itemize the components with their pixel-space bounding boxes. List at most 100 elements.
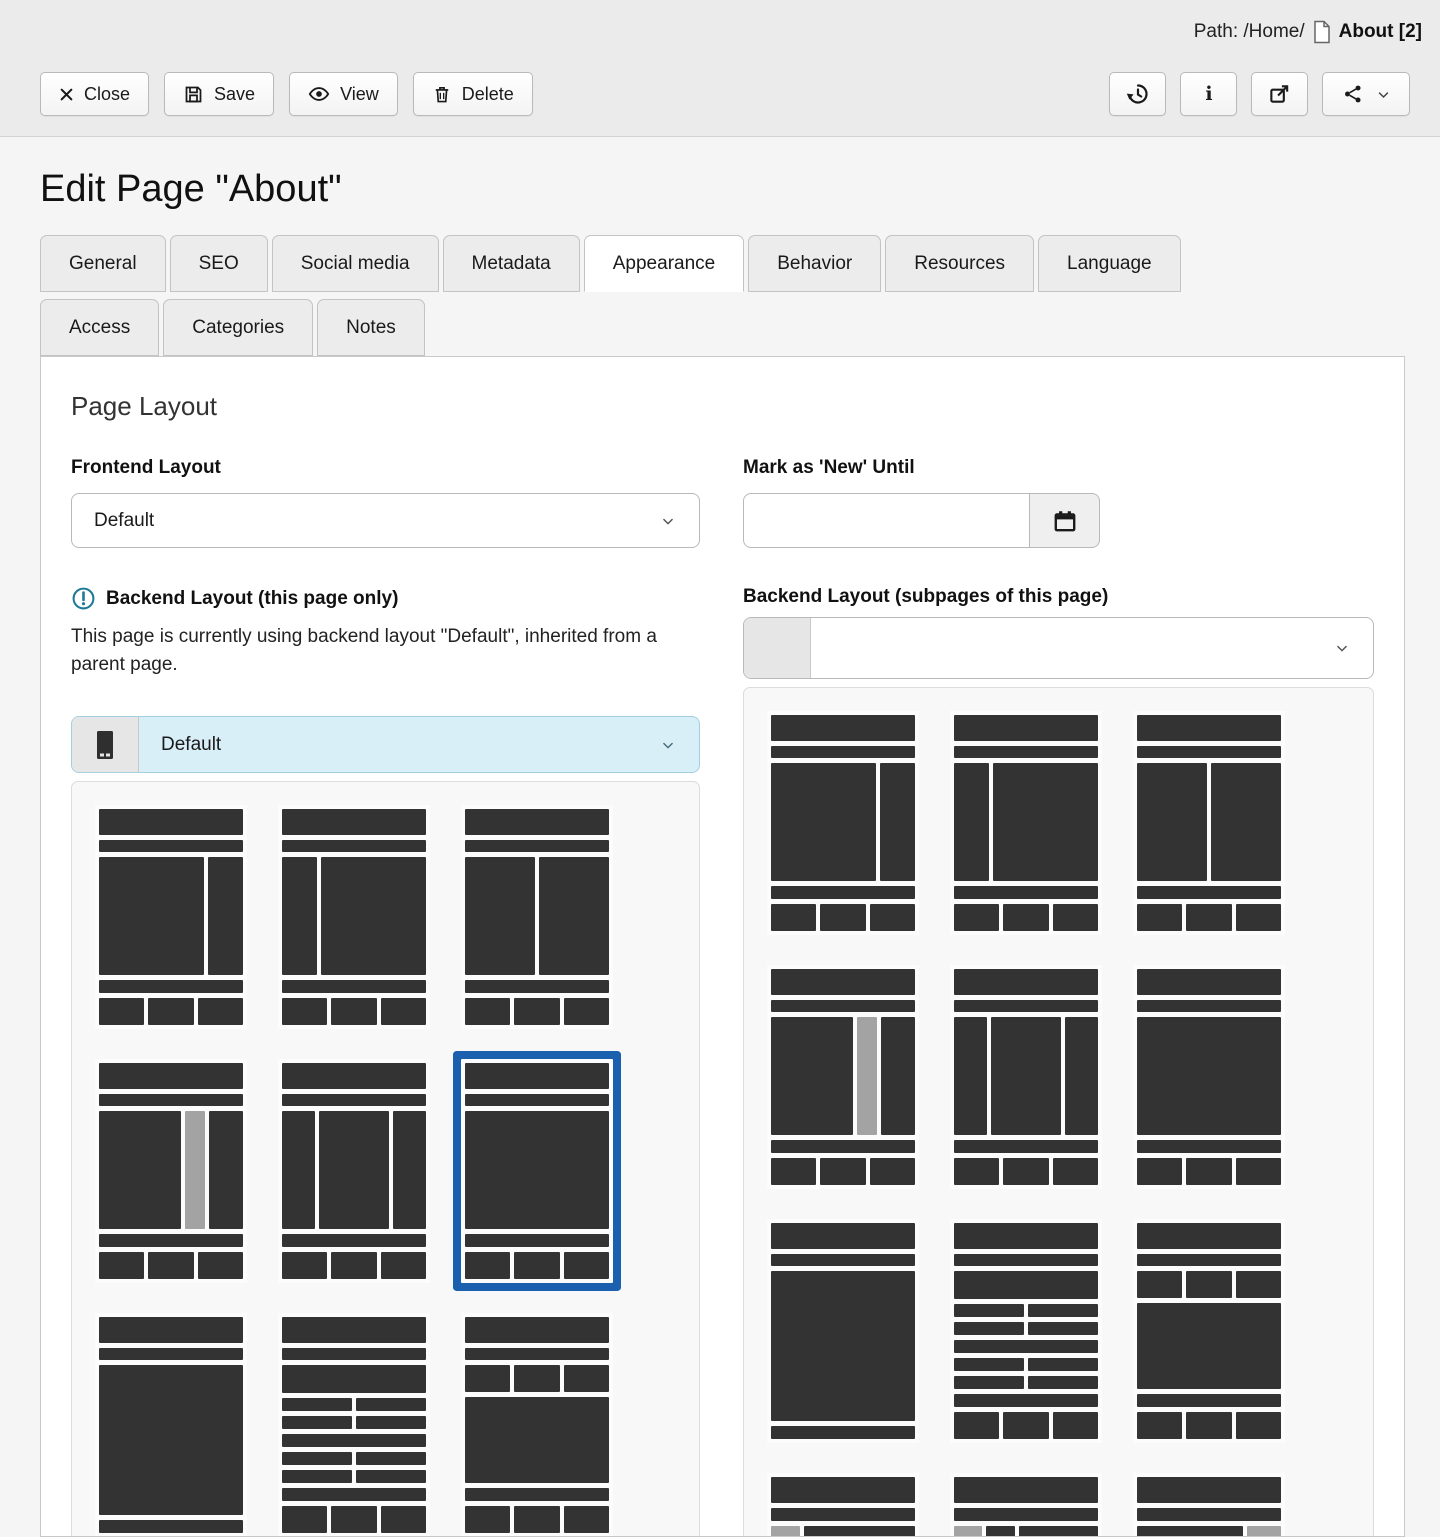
layout-block — [1137, 1017, 1281, 1135]
view-button[interactable]: View — [289, 72, 398, 116]
layout-thumbnail-two-col[interactable] — [461, 805, 613, 1029]
info-icon: i — [1197, 82, 1221, 106]
layout-block — [771, 969, 915, 995]
tab-metadata[interactable]: Metadata — [443, 235, 580, 292]
layout-block — [282, 857, 317, 975]
share-button[interactable] — [1322, 72, 1410, 116]
layout-thumbnail-boxes-main[interactable] — [1133, 1219, 1285, 1443]
open-in-new-window-button[interactable] — [1251, 72, 1308, 116]
layout-block — [1137, 1000, 1281, 1012]
frontend-layout-label: Frontend Layout — [71, 457, 700, 479]
layout-block — [954, 886, 1098, 899]
layout-block — [282, 840, 426, 852]
layout-block — [954, 1254, 1098, 1266]
tab-seo[interactable]: SEO — [170, 235, 268, 292]
layout-block — [954, 1000, 1098, 1012]
layout-block — [99, 998, 144, 1025]
layout-block — [282, 980, 426, 993]
layout-thumbnail-gray-strip[interactable] — [95, 1059, 247, 1283]
layout-block — [771, 1223, 915, 1249]
layout-block — [954, 715, 1098, 741]
layout-thumbnail-teaser-left-gray[interactable] — [767, 1473, 919, 1537]
backend-layout-subpages-select[interactable] — [743, 617, 1374, 679]
layout-block — [198, 998, 243, 1025]
layout-block — [99, 1365, 243, 1515]
layout-block — [1003, 904, 1048, 931]
tab-behavior[interactable]: Behavior — [748, 235, 881, 292]
info-button[interactable]: i — [1180, 72, 1237, 116]
layout-thumbnail-teaser-right-gray[interactable] — [1133, 1473, 1285, 1537]
layout-thumbnail-single[interactable] — [461, 1059, 613, 1283]
appearance-tab-panel: Page Layout Frontend Layout Default Back… — [40, 356, 1405, 1537]
tab-categories[interactable]: Categories — [163, 299, 313, 356]
layout-block — [282, 998, 327, 1025]
layout-thumbnail-many-rows[interactable] — [950, 1219, 1102, 1443]
layout-thumbnail-three-col[interactable] — [278, 1059, 430, 1283]
layout-block — [99, 1063, 243, 1089]
layout-block — [1186, 1412, 1231, 1439]
layout-thumbnail-main-right[interactable] — [767, 711, 919, 935]
tab-general[interactable]: General — [40, 235, 166, 292]
save-button[interactable]: Save — [164, 72, 274, 116]
layout-block — [771, 746, 915, 758]
delete-label: Delete — [462, 84, 514, 105]
tab-social-media[interactable]: Social media — [272, 235, 439, 292]
layout-block — [381, 1506, 426, 1533]
history-button[interactable] — [1109, 72, 1166, 116]
chevron-down-icon — [659, 512, 677, 530]
layout-thumbnail-main-left[interactable] — [950, 711, 1102, 935]
tab-language[interactable]: Language — [1038, 235, 1181, 292]
layout-block — [465, 998, 510, 1025]
layout-block — [771, 886, 915, 899]
backend-layout-this-page-select[interactable]: Default — [71, 716, 700, 773]
layout-thumbnail-single[interactable] — [1133, 965, 1285, 1189]
layout-block — [319, 1111, 389, 1229]
layout-block — [99, 1234, 243, 1247]
layout-block — [564, 998, 609, 1025]
layout-block — [356, 1398, 426, 1411]
chevron-down-icon — [659, 736, 677, 754]
layout-thumbnail-three-col[interactable] — [950, 965, 1102, 1189]
layout-block — [954, 969, 1098, 995]
layout-thumbnail-many-rows[interactable] — [278, 1313, 430, 1537]
delete-button[interactable]: Delete — [413, 72, 533, 116]
layout-block — [331, 1252, 376, 1279]
layout-block — [954, 1376, 1024, 1389]
layout-block — [465, 1365, 510, 1392]
layout-block — [771, 715, 915, 741]
date-picker-button[interactable] — [1030, 493, 1100, 548]
layout-block — [771, 1017, 853, 1135]
layout-block — [282, 1452, 352, 1465]
history-icon — [1126, 82, 1150, 106]
tab-access[interactable]: Access — [40, 299, 159, 356]
layout-thumbnail-one-big[interactable] — [767, 1219, 919, 1443]
layout-block — [465, 1111, 609, 1229]
layout-thumbnail-two-col[interactable] — [1133, 711, 1285, 935]
path-label: Path: /Home/ — [1194, 21, 1305, 43]
layout-thumbnail-gray-strip[interactable] — [767, 965, 919, 1189]
save-label: Save — [214, 84, 255, 105]
tab-notes[interactable]: Notes — [317, 299, 425, 356]
mark-as-new-input[interactable] — [743, 493, 1030, 548]
layout-thumbnail-main-left[interactable] — [278, 805, 430, 1029]
calendar-icon — [1052, 508, 1078, 534]
close-button[interactable]: Close — [40, 72, 149, 116]
layout-block — [954, 1358, 1024, 1371]
layout-thumbnail-teaser-mid-gray[interactable] — [950, 1473, 1102, 1537]
layout-block — [1186, 904, 1231, 931]
layout-block — [282, 1416, 352, 1429]
backend-layout-this-page-value: Default — [139, 717, 699, 772]
layout-thumbnail-one-big[interactable] — [95, 1313, 247, 1537]
layout-block — [1236, 904, 1281, 931]
layout-block — [1137, 1223, 1281, 1249]
section-title: Page Layout — [71, 391, 1374, 422]
tab-appearance[interactable]: Appearance — [584, 235, 744, 292]
layout-block — [208, 857, 243, 975]
layout-block — [465, 809, 609, 835]
tab-resources[interactable]: Resources — [885, 235, 1034, 292]
layout-block — [1236, 1412, 1281, 1439]
layout-block — [393, 1111, 426, 1229]
frontend-layout-select[interactable]: Default — [71, 493, 700, 548]
layout-thumbnail-main-right[interactable] — [95, 805, 247, 1029]
layout-thumbnail-boxes-main[interactable] — [461, 1313, 613, 1537]
